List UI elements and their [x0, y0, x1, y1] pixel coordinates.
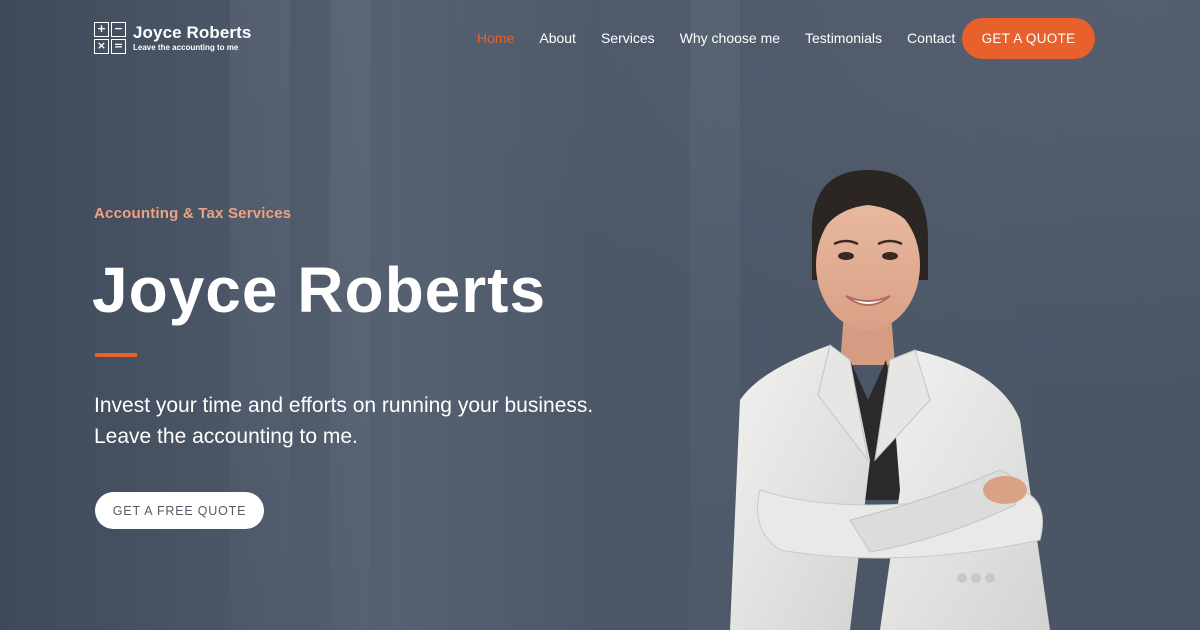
get-free-quote-button[interactable]: GET A FREE QUOTE: [95, 492, 264, 529]
site-logo[interactable]: + − × = Joyce Roberts Leave the accounti…: [94, 22, 251, 54]
nav-item-about[interactable]: About: [539, 30, 576, 46]
plus-symbol: +: [94, 22, 109, 37]
nav-item-why-choose-me[interactable]: Why choose me: [680, 30, 780, 46]
nav-item-contact[interactable]: Contact: [907, 30, 955, 46]
hero-eyebrow: Accounting & Tax Services: [94, 205, 292, 222]
brand-name: Joyce Roberts: [133, 22, 252, 42]
equals-symbol: =: [111, 39, 126, 54]
multiply-symbol: ×: [94, 39, 109, 54]
hero-subtitle-line: Leave the accounting to me.: [94, 425, 358, 448]
accent-divider: [95, 353, 137, 357]
get-a-quote-button[interactable]: GET A QUOTE: [962, 18, 1095, 59]
hero-subtitle-line: Invest your time and efforts on running …: [94, 394, 594, 417]
nav-item-services[interactable]: Services: [601, 30, 655, 46]
minus-symbol: −: [111, 22, 126, 37]
logo-text: Joyce Roberts Leave the accounting to me: [133, 22, 252, 53]
main-nav: Home About Services Why choose me Testim…: [477, 30, 980, 46]
brand-tagline: Leave the accounting to me: [133, 42, 239, 52]
hero-title: Joyce Roberts: [92, 254, 547, 326]
hero-section: + − × = Joyce Roberts Leave the accounti…: [0, 0, 1200, 630]
portrait-image: [730, 170, 1050, 630]
nav-item-home[interactable]: Home: [477, 30, 514, 46]
hero-subtitle: Invest your time and efforts on running …: [94, 390, 654, 452]
nav-item-testimonials[interactable]: Testimonials: [805, 30, 882, 46]
calculator-icon: + − × =: [94, 22, 126, 54]
